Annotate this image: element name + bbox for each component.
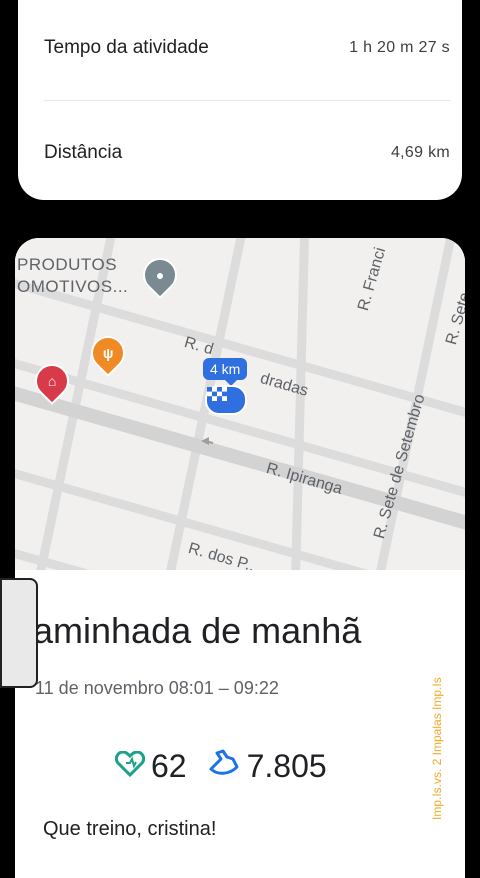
- steps-icon: [207, 748, 241, 785]
- activity-stats-card: Tempo da atividade 1 h 20 m 27 s Distânc…: [18, 0, 462, 200]
- drag-handle[interactable]: [0, 578, 38, 688]
- finish-flag-icon: [205, 385, 247, 415]
- steps-value: 7.805: [246, 748, 327, 784]
- route-map[interactable]: PRODUTOS OMOTIVOS... ● ψ ⌂ R. d dradas R…: [15, 238, 465, 570]
- distance-label: Distância: [44, 142, 123, 163]
- encouragement-message: Que treino, cristina!: [43, 818, 217, 840]
- steps-metric: 7.805: [207, 748, 327, 785]
- heart-points-icon: [114, 748, 146, 785]
- activity-time-row: Tempo da atividade 1 h 20 m 27 s: [44, 28, 450, 68]
- activity-detail-card: PRODUTOS OMOTIVOS... ● ψ ⌂ R. d dradas R…: [15, 238, 465, 878]
- activity-time-value: 1 h 20 m 27 s: [349, 39, 450, 56]
- activity-title: aminhada de manhã: [33, 610, 362, 651]
- heart-points-metric: 62: [114, 748, 187, 785]
- poi-name-line2: OMOTIVOS...: [17, 277, 129, 296]
- distance-value: 4,69 km: [390, 144, 450, 161]
- heart-points-value: 62: [151, 748, 187, 784]
- distance-row: Distância 4,69 km: [44, 133, 450, 173]
- activity-metrics: 62 7.805: [114, 748, 327, 785]
- divider: [44, 100, 450, 101]
- activity-time-range: 11 de novembro 08:01 – 09:22: [35, 678, 279, 698]
- activity-time-label: Tempo da atividade: [44, 37, 209, 58]
- poi-name-line1: PRODUTOS: [17, 255, 118, 274]
- km-marker: 4 km: [203, 358, 248, 386]
- side-overlay-text: Imp.Is.vs. 2 Impalas Imp.Is: [430, 677, 444, 820]
